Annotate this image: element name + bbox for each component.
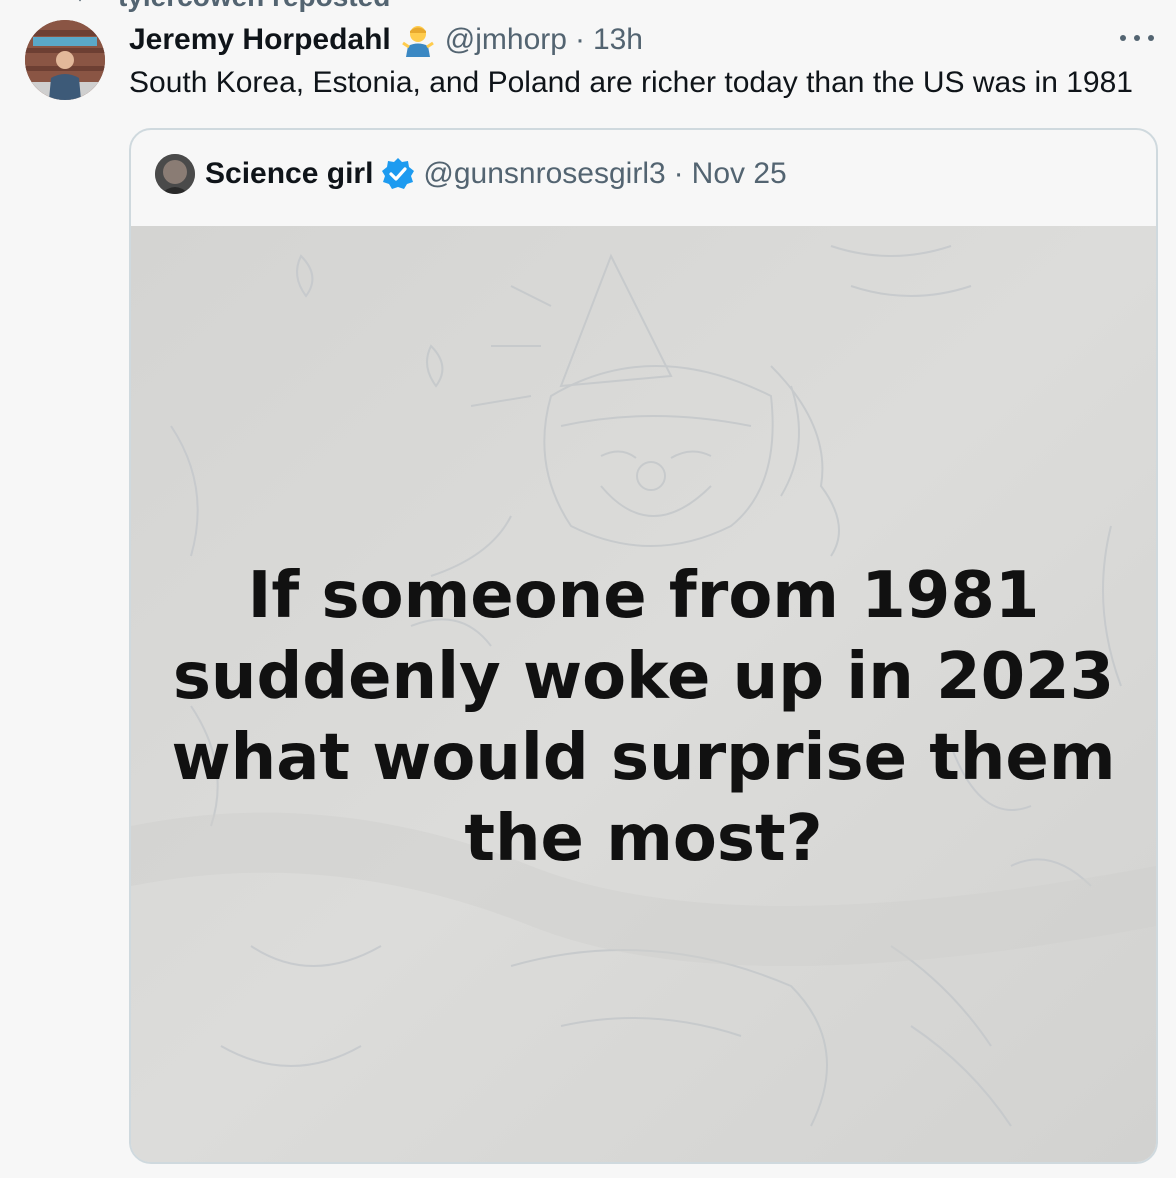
quoted-author-handle[interactable]: @gunsnrosesgirl3 xyxy=(423,157,665,191)
quoted-tweet-timestamp[interactable]: Nov 25 xyxy=(692,157,787,191)
man-shrugging-emoji-icon xyxy=(401,26,434,57)
quoted-tweet-header: Science girl @gunsnrosesgirl3 · Nov 25 xyxy=(155,152,787,196)
tweet-header: Jeremy Horpedahl @jmhorp · 13h xyxy=(129,20,643,60)
quoted-meta-separator: · xyxy=(673,157,684,190)
repost-icon xyxy=(78,0,82,2)
tweet-text: South Korea, Estonia, and Poland are ric… xyxy=(129,66,1133,99)
author-display-name[interactable]: Jeremy Horpedahl xyxy=(129,23,391,57)
caption-line: the most? xyxy=(464,802,823,876)
caption-line: suddenly woke up in 2023 xyxy=(172,640,1115,714)
more-horizontal-icon[interactable] xyxy=(1120,28,1154,48)
repost-indicator[interactable]: tylercowen reposted xyxy=(70,0,390,12)
author-avatar[interactable] xyxy=(25,20,105,100)
tweet-timestamp[interactable]: 13h xyxy=(593,23,643,57)
quoted-author-avatar-image xyxy=(155,154,195,194)
verified-badge-icon xyxy=(382,158,415,189)
caption-line: If someone from 1981 xyxy=(247,559,1040,633)
author-avatar-image xyxy=(25,20,105,100)
image-caption-text: If someone from 1981 suddenly woke up in… xyxy=(131,556,1156,880)
meta-separator: · xyxy=(574,23,585,56)
quoted-tweet-card[interactable]: Science girl @gunsnrosesgirl3 · Nov 25 I… xyxy=(129,128,1158,1164)
caption-line: what would surprise them xyxy=(171,721,1116,795)
quoted-author-display-name[interactable]: Science girl xyxy=(205,157,373,191)
author-handle[interactable]: @jmhorp xyxy=(445,23,567,57)
quoted-author-avatar[interactable] xyxy=(155,154,195,194)
quoted-tweet-image[interactable]: If someone from 1981 suddenly woke up in… xyxy=(131,226,1156,1162)
repost-label: tylercowen reposted xyxy=(118,0,390,13)
